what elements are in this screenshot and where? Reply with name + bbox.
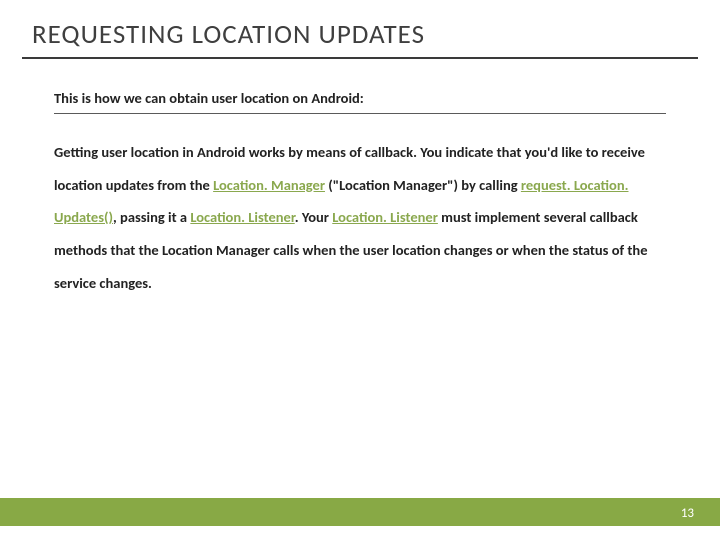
slide: REQUESTING LOCATION UPDATES This is how … (0, 0, 720, 540)
title-underline (22, 57, 698, 59)
page-number: 13 (681, 506, 694, 521)
body-part-3: , passing it a (113, 208, 190, 226)
body-part-2: ("Location Manager") by calling (325, 176, 521, 194)
subtitle-text: This is how we can obtain user location … (54, 89, 666, 114)
body-part-4: . Your (295, 208, 333, 226)
link-location-listener-1[interactable]: Location. Listener (190, 208, 294, 226)
link-location-manager[interactable]: Location. Manager (213, 176, 325, 194)
slide-title: REQUESTING LOCATION UPDATES (0, 0, 720, 57)
footer-bar (0, 498, 720, 526)
body-text: Getting user location in Android works b… (54, 136, 666, 299)
subtitle-block: This is how we can obtain user location … (54, 89, 666, 114)
link-location-listener-2[interactable]: Location. Listener (332, 208, 438, 226)
